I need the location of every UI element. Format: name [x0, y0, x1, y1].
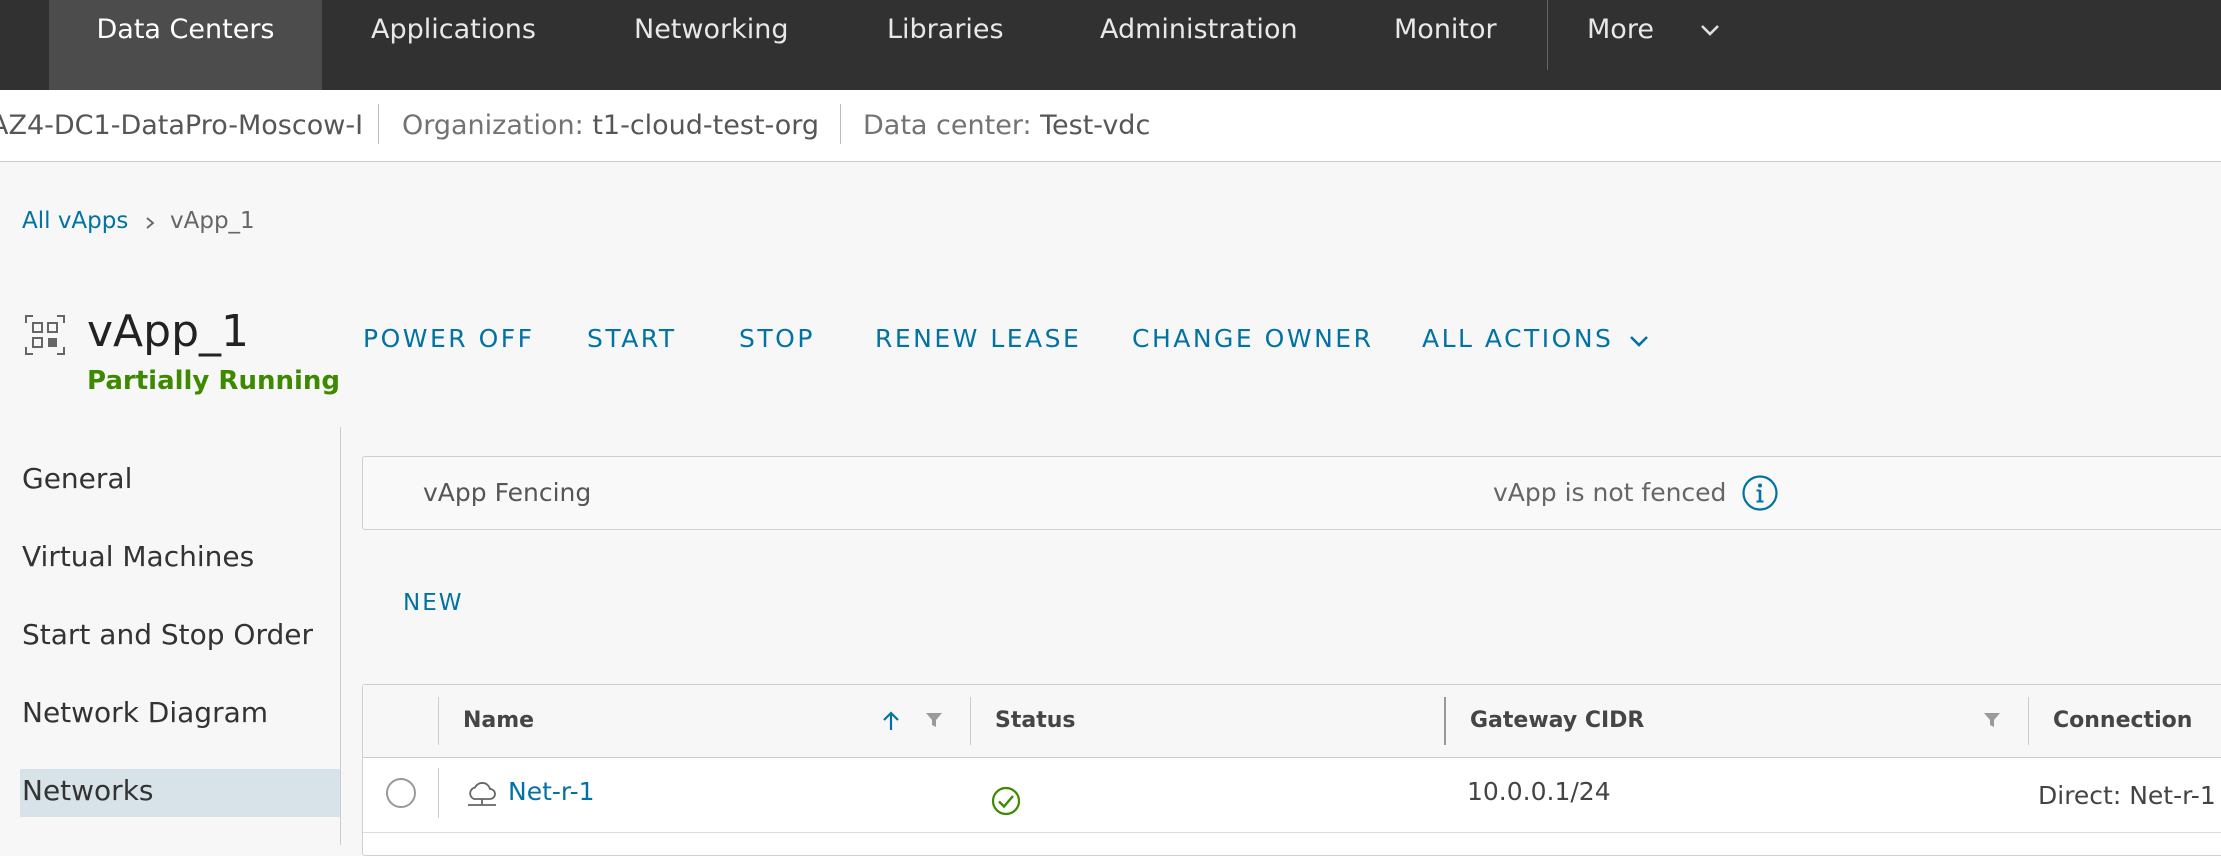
datacenter-value: Test-vdc: [1040, 110, 1151, 141]
nav-more[interactable]: More: [1587, 0, 1654, 90]
breadcrumb: All vApps: [22, 208, 128, 234]
column-divider: [970, 697, 971, 745]
nav-libraries[interactable]: Libraries: [887, 0, 1004, 90]
gateway-cidr-cell: 10.0.0.1/24: [1467, 777, 1611, 806]
column-divider: [438, 768, 439, 818]
vapp-icon: [25, 315, 65, 355]
sidebar-divider: [340, 427, 341, 845]
fencing-value: vApp is not fenced: [1493, 478, 1727, 507]
organization-value: t1-cloud-test-org: [592, 110, 820, 141]
start-button[interactable]: START: [587, 324, 677, 353]
page-title: vApp_1: [87, 306, 249, 357]
stop-button[interactable]: STOP: [739, 324, 815, 353]
column-header-gateway-cidr[interactable]: Gateway CIDR: [1470, 685, 1644, 757]
vapp-fencing-panel: vApp Fencing vApp is not fenced: [362, 456, 2221, 530]
info-icon[interactable]: [1741, 474, 1779, 512]
sort-ascending-icon[interactable]: [880, 709, 902, 733]
filter-icon[interactable]: [925, 711, 943, 729]
fencing-label: vApp Fencing: [423, 478, 592, 507]
networks-grid: Name Status Gateway CIDR Connection Net-…: [362, 684, 2221, 856]
context-divider: [840, 104, 841, 144]
breadcrumb-current: vApp_1: [170, 208, 255, 234]
change-owner-button[interactable]: CHANGE OWNER: [1132, 324, 1373, 353]
context-divider: [378, 104, 379, 144]
datacenter-context[interactable]: Data center: Test-vdc: [863, 90, 1150, 161]
sidebar-item-start-stop-order[interactable]: Start and Stop Order: [22, 618, 313, 651]
new-network-button[interactable]: NEW: [403, 590, 463, 616]
site-name[interactable]: AZ4-DC1-DataPro-Moscow-I: [0, 90, 363, 161]
datacenter-label: Data center:: [863, 110, 1032, 141]
nav-divider: [1547, 0, 1548, 70]
context-bar: AZ4-DC1-DataPro-Moscow-I Organization: t…: [0, 90, 2221, 162]
power-off-button[interactable]: POWER OFF: [363, 324, 535, 353]
connection-cell: Direct: Net-r-1: [2038, 781, 2216, 810]
sidebar-item-virtual-machines[interactable]: Virtual Machines: [22, 540, 254, 573]
nav-monitor[interactable]: Monitor: [1394, 0, 1497, 90]
organization-label: Organization:: [402, 110, 584, 141]
chevron-right-icon: [146, 217, 155, 229]
status-ok-icon: [991, 786, 1021, 816]
renew-lease-button[interactable]: RENEW LEASE: [875, 324, 1081, 353]
network-name-link[interactable]: Net-r-1: [508, 758, 595, 826]
nav-data-centers[interactable]: Data Centers: [49, 0, 322, 90]
column-resize-handle[interactable]: [1444, 697, 1446, 745]
organization-context[interactable]: Organization: t1-cloud-test-org: [402, 90, 819, 161]
column-header-name[interactable]: Name: [463, 685, 534, 757]
sidebar-item-general[interactable]: General: [22, 462, 132, 495]
column-divider: [438, 697, 439, 745]
column-divider: [2028, 697, 2029, 745]
breadcrumb-all-vapps[interactable]: All vApps: [22, 208, 128, 234]
column-header-status[interactable]: Status: [995, 685, 1075, 757]
chevron-down-icon[interactable]: [1628, 330, 1650, 352]
table-row[interactable]: Net-r-1 10.0.0.1/24 Direct: Net-r-1: [363, 758, 2221, 833]
all-actions-button[interactable]: ALL ACTIONS: [1422, 324, 1613, 353]
sidebar-item-networks[interactable]: Networks: [22, 774, 154, 807]
nav-applications[interactable]: Applications: [371, 0, 536, 90]
nav-networking[interactable]: Networking: [634, 0, 789, 90]
status-text: Partially Running: [87, 366, 341, 396]
row-select-radio[interactable]: [386, 778, 416, 808]
column-header-connection[interactable]: Connection: [2053, 685, 2192, 757]
grid-header: Name Status Gateway CIDR Connection: [363, 685, 2221, 758]
sidebar-item-network-diagram[interactable]: Network Diagram: [22, 696, 268, 729]
top-nav: Data Centers Applications Networking Lib…: [0, 0, 2221, 91]
nav-administration[interactable]: Administration: [1100, 0, 1298, 90]
chevron-down-icon[interactable]: [1698, 18, 1722, 42]
cloud-network-icon: [468, 782, 496, 806]
filter-icon[interactable]: [1983, 711, 2001, 729]
